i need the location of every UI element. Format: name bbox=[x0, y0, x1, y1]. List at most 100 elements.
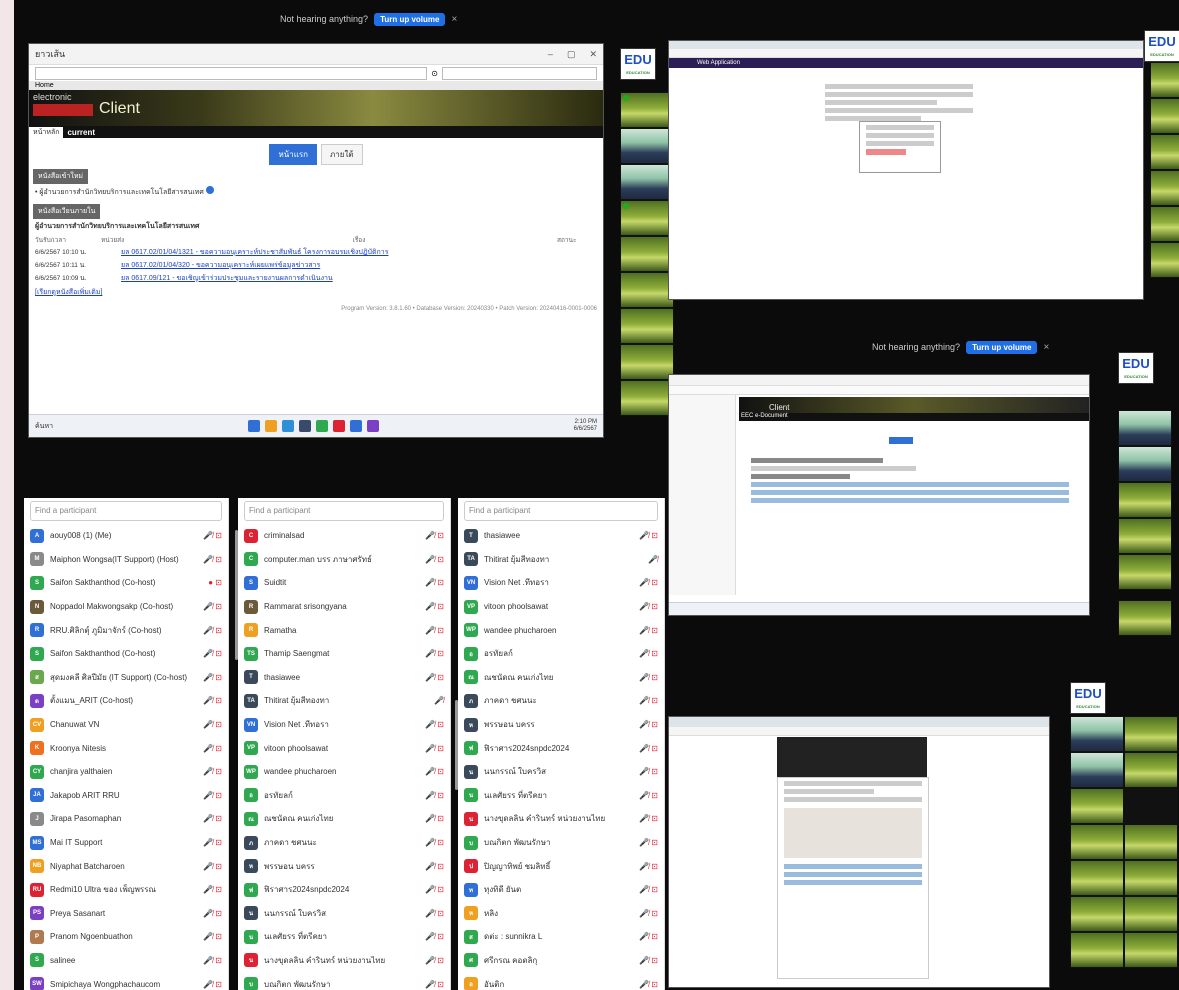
participant-item[interactable]: อ อรทัยลก์ 🎤̸ ⊡ bbox=[238, 784, 450, 808]
taskbar-search[interactable]: ค้นหา bbox=[35, 421, 53, 432]
participant-item[interactable]: VN Vision Net .ทีทอรา 🎤̸ ⊡ bbox=[458, 571, 664, 595]
participant-item[interactable]: ศ ศรีกรณ คอดลิกุ 🎤̸ ⊡ bbox=[458, 949, 664, 973]
info-icon[interactable] bbox=[205, 186, 214, 194]
participant-item[interactable]: N Noppadol Makwongsakp (Co-host) 🎤̸ ⊡ bbox=[24, 595, 228, 619]
participant-item[interactable]: Ssalinee 🎤̸ ⊡ bbox=[24, 949, 228, 973]
row-link[interactable]: ยล 0617.02/01/04/320 - ขอความอนุเคราะห์เ… bbox=[121, 260, 320, 271]
participant-item[interactable]: S Suidtit 🎤̸ ⊡ bbox=[238, 571, 450, 595]
participant-item[interactable]: R RRU.ศิลิกตุ์ ภูมิมาจักร์ (Co-host) 🎤̸ ⊡ bbox=[24, 618, 228, 642]
participant-item[interactable]: R Rammarat srisongyana 🎤̸ ⊡ bbox=[238, 595, 450, 619]
video-tile[interactable] bbox=[620, 236, 674, 272]
video-tile[interactable] bbox=[1124, 896, 1178, 932]
participant-item[interactable]: น นางขุดลลิน คำรินทร์ หน่วยงานไทย 🎤̸ ⊡ bbox=[238, 949, 450, 973]
participant-item[interactable]: Ccriminalsad 🎤̸ ⊡ bbox=[238, 524, 450, 548]
video-tile[interactable] bbox=[1150, 170, 1179, 206]
video-tile[interactable] bbox=[1070, 824, 1124, 860]
search-input[interactable] bbox=[442, 66, 597, 80]
video-tile[interactable] bbox=[1118, 446, 1172, 482]
participant-item[interactable]: R Ramatha 🎤̸ ⊡ bbox=[238, 618, 450, 642]
participant-item[interactable]: VP vitoon phoolsawat 🎤̸ ⊡ bbox=[238, 736, 450, 760]
participant-item[interactable]: ภ ภาคดา ชศนนะ 🎤̸ ⊡ bbox=[238, 831, 450, 855]
row-link[interactable]: ยล 0617.09/121 - ขอเชิญเข้าร่วมประชุมและ… bbox=[121, 273, 333, 284]
login-button[interactable] bbox=[866, 149, 906, 155]
close-icon[interactable]: × bbox=[451, 14, 457, 25]
video-tile[interactable] bbox=[1124, 752, 1178, 788]
video-tile[interactable] bbox=[1150, 134, 1179, 170]
turn-up-volume-button[interactable]: Turn up volume bbox=[374, 12, 446, 26]
tab-other[interactable]: ภายใต้ bbox=[320, 144, 363, 165]
participant-item[interactable]: CY chanjira yalthaien 🎤̸ ⊡ bbox=[24, 760, 228, 784]
participant-item[interactable]: น นเลศัยรร ที่ตรีคยา 🎤̸ ⊡ bbox=[238, 925, 450, 949]
participant-item[interactable]: น นนกรรณ์ ใบครวิส 🎤̸ ⊡ bbox=[458, 760, 664, 784]
participant-item[interactable]: MS Mai IT Support 🎤̸ ⊡ bbox=[24, 831, 228, 855]
video-tile[interactable] bbox=[1150, 206, 1179, 242]
participant-item[interactable]: อ อันติก 🎤̸ ⊡ bbox=[458, 972, 664, 990]
participant-item[interactable]: S Saifon Sakthanthod (Co-host) 🎤̸ ⊡ bbox=[24, 642, 228, 666]
video-tile[interactable] bbox=[620, 164, 674, 200]
start-icon[interactable] bbox=[247, 420, 260, 432]
close-icon[interactable]: × bbox=[1043, 342, 1049, 353]
participant-item[interactable]: VN Vision Net .ทีทอรา 🎤̸ ⊡ bbox=[238, 713, 450, 737]
participant-item[interactable]: TA Thitirat ยุ้มสีทองทา 🎤̸ bbox=[458, 548, 664, 572]
participant-item[interactable]: K Kroonya Nitesis 🎤̸ ⊡ bbox=[24, 736, 228, 760]
participant-item[interactable]: บ บณกิตก พัฒนรักษา 🎤̸ ⊡ bbox=[458, 831, 664, 855]
video-tile[interactable] bbox=[1070, 896, 1124, 932]
participant-item[interactable]: ณ ณชนัดณ คนเก่งไทย 🎤̸ ⊡ bbox=[458, 666, 664, 690]
participant-item[interactable]: S Saifon Sakthanthod (Co-host) ● ⊡ bbox=[24, 571, 228, 595]
participant-item[interactable]: Tthasiawee 🎤̸ ⊡ bbox=[458, 524, 664, 548]
chrome-icon[interactable] bbox=[315, 420, 328, 432]
video-tile[interactable] bbox=[1070, 932, 1124, 968]
participant-item[interactable]: JA Jakapob ARIT RRU 🎤̸ ⊡ bbox=[24, 784, 228, 808]
close-icon[interactable]: ✕ bbox=[589, 49, 597, 60]
video-tile[interactable] bbox=[1118, 518, 1172, 554]
video-tile[interactable] bbox=[1118, 410, 1172, 446]
participant-item[interactable]: P Pranom Ngoenbuathon 🎤̸ ⊡ bbox=[24, 925, 228, 949]
participant-item[interactable]: ส ดต่ะ : sunnikra L 🎤̸ ⊡ bbox=[458, 925, 664, 949]
video-tile[interactable] bbox=[620, 380, 674, 416]
more-link[interactable]: [เรียกดูหนังสือเพิ่มเติม] bbox=[35, 289, 102, 296]
scrollbar[interactable] bbox=[235, 530, 238, 660]
video-tile[interactable] bbox=[1124, 716, 1178, 752]
turn-up-volume-button[interactable]: Turn up volume bbox=[966, 340, 1038, 354]
participant-item[interactable]: VP vitoon phoolsawat 🎤̸ ⊡ bbox=[458, 595, 664, 619]
video-tile[interactable] bbox=[620, 92, 674, 128]
video-tile[interactable] bbox=[1150, 98, 1179, 134]
participant-item[interactable]: น นเลศัยรร ที่ตรีคยา 🎤̸ ⊡ bbox=[458, 784, 664, 808]
participant-item[interactable]: ท ทุงทิดี ยันต 🎤̸ ⊡ bbox=[458, 878, 664, 902]
participant-item[interactable]: บ บณกิตก พัฒนรักษา 🎤̸ ⊡ bbox=[238, 972, 450, 990]
participant-item[interactable]: ภ ภาคดา ชศนนะ 🎤̸ ⊡ bbox=[458, 689, 664, 713]
video-tile[interactable] bbox=[1118, 600, 1172, 636]
video-tile[interactable] bbox=[1070, 752, 1124, 788]
zoom-icon[interactable] bbox=[349, 420, 362, 432]
participant-item[interactable]: TS Thamip Saengmat 🎤̸ ⊡ bbox=[238, 642, 450, 666]
participant-item[interactable]: Ccomputer.man บรร ภาษาศรัทธ์ 🎤̸ ⊡ bbox=[238, 548, 450, 572]
tab-home[interactable] bbox=[889, 437, 913, 444]
participant-item[interactable]: ต ตั้งแมน_ARIT (Co-host) 🎤̸ ⊡ bbox=[24, 689, 228, 713]
row-link[interactable]: ยล 0617.02/01/04/1321 - ขอความอนุเคราะห์… bbox=[121, 247, 388, 258]
scrollbar[interactable] bbox=[455, 700, 458, 790]
minimize-icon[interactable]: – bbox=[548, 49, 553, 60]
participant-item[interactable]: RU Redmi10 Ultra ของ เพ็ญพรรณ 🎤̸ ⊡ bbox=[24, 878, 228, 902]
app-icon[interactable] bbox=[298, 420, 311, 432]
participant-item[interactable]: SW Smipichaya Wongphachaucom 🎤̸ ⊡ bbox=[24, 972, 228, 990]
participant-search-input[interactable]: Find a participant bbox=[30, 501, 222, 521]
participant-item[interactable]: WP wandee phucharoen 🎤̸ ⊡ bbox=[238, 760, 450, 784]
participant-item[interactable]: CV Chanuwat VN 🎤̸ ⊡ bbox=[24, 713, 228, 737]
participant-item[interactable]: PS Preya Sasanart 🎤̸ ⊡ bbox=[24, 902, 228, 926]
participant-item[interactable]: Tthasiawee 🎤̸ ⊡ bbox=[238, 666, 450, 690]
browser-tab[interactable]: Home bbox=[29, 81, 603, 90]
participant-item[interactable]: ห พรรษอน บครร 🎤̸ ⊡ bbox=[238, 854, 450, 878]
video-tile[interactable] bbox=[620, 344, 674, 380]
video-tile[interactable] bbox=[620, 128, 674, 164]
video-tile[interactable] bbox=[1124, 788, 1178, 824]
video-tile[interactable] bbox=[620, 272, 674, 308]
participant-item[interactable]: NB Niyaphat Batcharoen 🎤̸ ⊡ bbox=[24, 854, 228, 878]
participant-search-input[interactable]: Find a participant bbox=[244, 501, 444, 521]
participant-item[interactable]: ส สุดมงคลี ศิลปีมัย (IT Support) (Co-host… bbox=[24, 666, 228, 690]
maximize-icon[interactable]: ▢ bbox=[567, 49, 576, 60]
participant-item[interactable]: TA Thitirat ยุ้มสีทองทา 🎤̸ bbox=[238, 689, 450, 713]
app-icon[interactable] bbox=[332, 420, 345, 432]
video-tile[interactable] bbox=[1118, 554, 1172, 590]
video-tile[interactable] bbox=[620, 200, 674, 236]
participant-item[interactable]: อ อรทัยลก์ 🎤̸ ⊡ bbox=[458, 642, 664, 666]
